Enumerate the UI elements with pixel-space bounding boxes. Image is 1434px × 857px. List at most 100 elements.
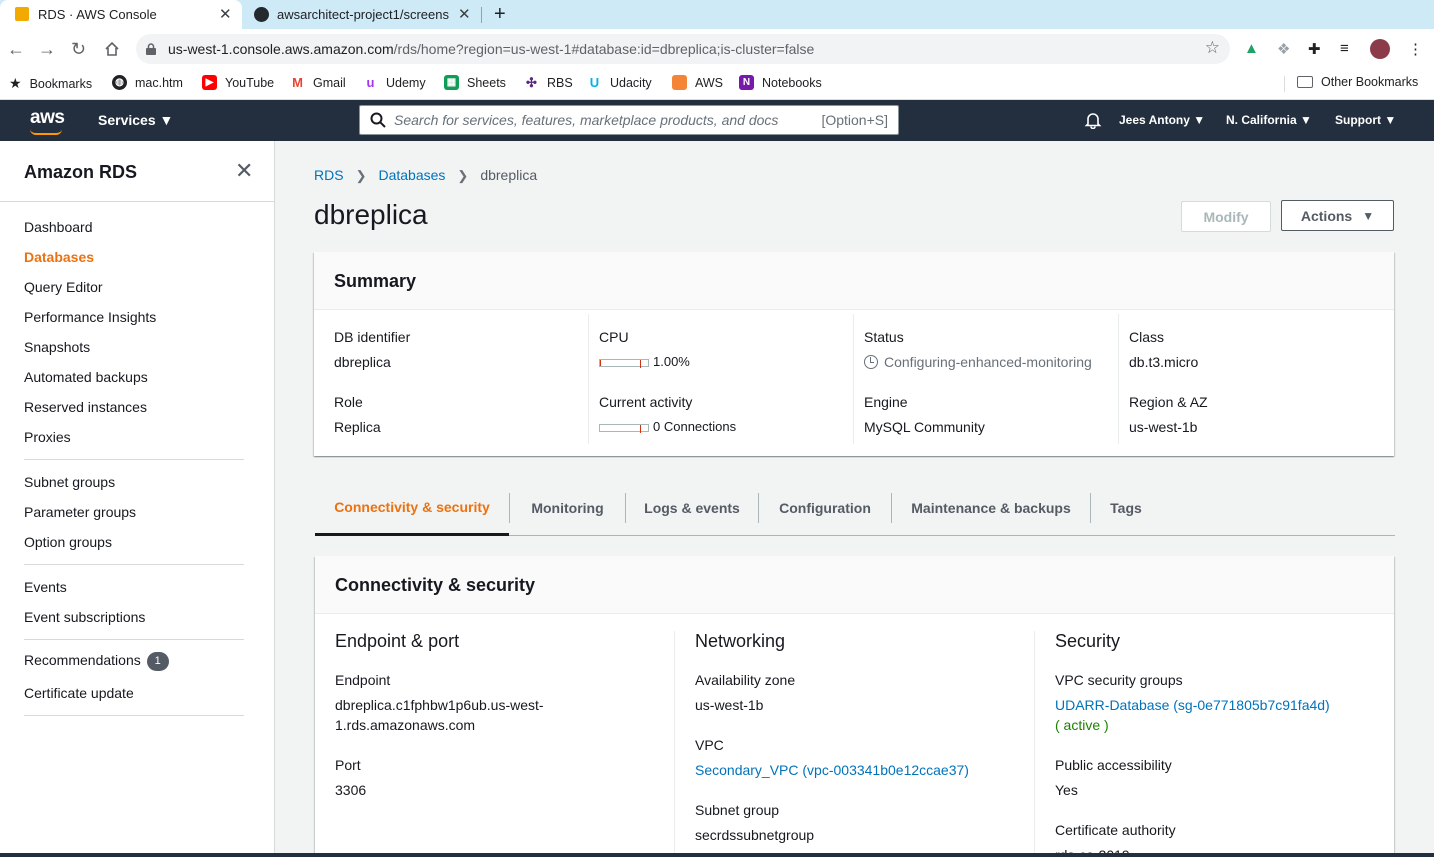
extensions-icon[interactable]: ✚: [1308, 40, 1321, 58]
forward-icon[interactable]: →: [38, 37, 56, 61]
dropbox-icon[interactable]: ❖: [1277, 40, 1290, 58]
tab-logs-events[interactable]: Logs & events: [626, 481, 758, 535]
bookmark-youtube[interactable]: ▶ YouTube: [202, 75, 274, 90]
bookmark-udemy[interactable]: u Udemy: [363, 75, 426, 90]
gmail-icon: M: [290, 75, 305, 90]
services-menu[interactable]: Services ▼: [98, 112, 173, 128]
browser-menu-icon[interactable]: ⋮: [1408, 40, 1423, 58]
bookmark-rbs[interactable]: ✣ RBS: [524, 75, 573, 90]
caret-down-icon: ▼: [1384, 113, 1397, 127]
sidebar-item-event-subscriptions[interactable]: Event subscriptions: [24, 609, 145, 625]
reload-icon[interactable]: ↻: [71, 37, 86, 61]
public-accessibility-value: Yes: [1055, 782, 1078, 798]
url-text: us-west-1.console.aws.amazon.com/rds/hom…: [168, 41, 814, 57]
tab-monitoring[interactable]: Monitoring: [510, 481, 625, 535]
security-group-link[interactable]: UDARR-Database (sg-0e771805b7c91fa4d): [1055, 697, 1330, 713]
security-group-status: ( active ): [1055, 717, 1109, 733]
panel-header: Connectivity & security: [315, 556, 1394, 614]
page-title: dbreplica: [314, 199, 428, 230]
breadcrumb-databases[interactable]: Databases: [378, 167, 445, 183]
sidebar-item-proxies[interactable]: Proxies: [24, 429, 71, 445]
sidebar-item-automated-backups[interactable]: Automated backups: [24, 369, 148, 385]
breadcrumb-rds[interactable]: RDS: [314, 167, 344, 183]
bookmark-sheets[interactable]: ▦ Sheets: [444, 75, 506, 90]
browser-tab-github[interactable]: awsarchitect-project1/screenshots ✕: [242, 0, 482, 29]
modify-button[interactable]: Modify: [1181, 201, 1271, 232]
close-icon[interactable]: ✕: [235, 160, 253, 182]
bookmark-aws[interactable]: AWS: [672, 75, 723, 90]
sheets-icon: ▦: [444, 75, 459, 90]
sidebar-item-snapshots[interactable]: Snapshots: [24, 339, 90, 355]
home-icon[interactable]: [104, 41, 120, 57]
sidebar-item-reserved-instances[interactable]: Reserved instances: [24, 399, 147, 415]
class-value: db.t3.micro: [1129, 354, 1199, 370]
connectivity-panel: Connectivity & security Endpoint & port …: [315, 556, 1394, 857]
divider: [24, 459, 244, 460]
other-bookmarks[interactable]: Other Bookmarks: [1297, 75, 1418, 89]
rds-sidebar: Amazon RDS ✕ Dashboard Databases Query E…: [0, 141, 275, 857]
cpu-usage-bar: [599, 358, 649, 368]
aws-logo[interactable]: aws: [30, 107, 65, 135]
udemy-icon: u: [363, 75, 378, 90]
sidebar-title: Amazon RDS: [24, 162, 138, 182]
bookmark-star-icon[interactable]: ☆: [1205, 38, 1220, 58]
sidebar-item-databases[interactable]: Databases: [24, 249, 94, 265]
media-control-icon[interactable]: ≡: [1340, 40, 1349, 57]
sidebar-item-performance-insights[interactable]: Performance Insights: [24, 309, 156, 325]
breadcrumb: RDS ❯ Databases ❯ dbreplica: [314, 167, 537, 184]
sidebar-item-recommendations[interactable]: Recommendations 1: [24, 652, 169, 671]
panel-header: Summary: [314, 252, 1394, 310]
clock-icon: [864, 355, 878, 369]
support-menu[interactable]: Support ▼: [1335, 113, 1396, 127]
cpu-value: 1.00%: [599, 354, 690, 369]
status-value: Configuring-enhanced-monitoring: [864, 354, 1092, 370]
close-tab-icon[interactable]: ✕: [458, 5, 471, 23]
sidebar-item-dashboard[interactable]: Dashboard: [24, 219, 93, 235]
close-tab-icon[interactable]: ✕: [219, 5, 232, 23]
bookmark-notebooks[interactable]: N Notebooks: [739, 75, 822, 90]
bell-icon[interactable]: [1084, 111, 1102, 130]
bookmark-mac[interactable]: ◍ mac.htm: [112, 75, 183, 90]
bookmark-udacity[interactable]: U Udacity: [587, 75, 652, 90]
address-bar[interactable]: us-west-1.console.aws.amazon.com/rds/hom…: [136, 34, 1230, 64]
sidebar-item-events[interactable]: Events: [24, 579, 67, 595]
divider: [0, 201, 274, 202]
bookmark-gmail[interactable]: M Gmail: [290, 75, 346, 90]
tab-connectivity-security[interactable]: Connectivity & security: [315, 481, 509, 536]
cpu-label: CPU: [599, 329, 629, 345]
sidebar-item-query-editor[interactable]: Query Editor: [24, 279, 103, 295]
udacity-icon: U: [587, 75, 602, 90]
back-icon[interactable]: ←: [7, 37, 25, 61]
current-activity-value: 0 Connections: [599, 419, 736, 434]
chevron-right-icon: ❯: [457, 168, 469, 183]
subnet-group-value: secrdssubnetgroup: [695, 827, 815, 843]
sidebar-item-option-groups[interactable]: Option groups: [24, 534, 112, 550]
tab-maintenance-backups[interactable]: Maintenance & backups: [892, 481, 1090, 535]
recommendations-count-badge: 1: [146, 652, 169, 671]
globe-icon: ◍: [112, 75, 127, 90]
sidebar-item-subnet-groups[interactable]: Subnet groups: [24, 474, 115, 490]
divider: [1034, 631, 1035, 857]
divider: [24, 564, 244, 565]
sidebar-item-certificate-update[interactable]: Certificate update: [24, 685, 134, 701]
region-menu[interactable]: N. California ▼: [1226, 113, 1312, 127]
browser-tab-title: RDS · AWS Console: [38, 7, 157, 22]
availability-zone-value: us-west-1b: [695, 697, 764, 713]
vpc-link[interactable]: Secondary_VPC (vpc-003341b0e12ccae37): [695, 762, 969, 778]
tab-configuration[interactable]: Configuration: [759, 481, 891, 535]
actions-button[interactable]: Actions ▼: [1281, 200, 1394, 231]
bookmark-bookmarks[interactable]: ★ Bookmarks: [9, 75, 92, 92]
search-input[interactable]: [394, 106, 804, 134]
detail-tabs: Connectivity & security Monitoring Logs …: [315, 481, 1395, 536]
current-activity-label: Current activity: [599, 394, 693, 410]
global-search[interactable]: [Option+S]: [359, 105, 899, 135]
profile-avatar[interactable]: [1370, 39, 1390, 59]
new-tab-icon[interactable]: +: [494, 3, 506, 26]
engine-label: Engine: [864, 394, 908, 410]
tab-tags[interactable]: Tags: [1091, 481, 1161, 535]
sidebar-item-parameter-groups[interactable]: Parameter groups: [24, 504, 136, 520]
user-menu[interactable]: Jees Antony ▼: [1119, 113, 1205, 127]
onenote-icon: N: [739, 75, 754, 90]
google-drive-icon[interactable]: ▲: [1244, 40, 1259, 57]
browser-tab-rds[interactable]: RDS · AWS Console ✕: [0, 0, 242, 29]
